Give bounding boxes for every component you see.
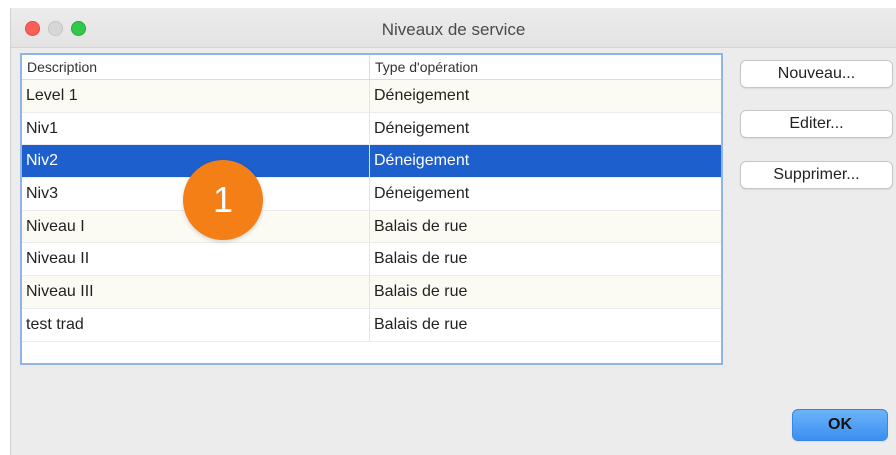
window-title: Niveaux de service — [381, 20, 526, 39]
cell-operation-type: Balais de rue — [374, 315, 468, 333]
cell-operation-type: Déneigement — [374, 119, 470, 137]
table-row[interactable]: Niveau I Balais de rue — [22, 210, 721, 244]
table-row[interactable]: Level 1 Déneigement — [22, 80, 721, 113]
table-row-selected[interactable]: Niv2 Déneigement — [22, 145, 721, 179]
cell-operation-type: Balais de rue — [374, 250, 468, 268]
table-row[interactable]: Niveau II Balais de rue — [22, 243, 721, 277]
column-header-description[interactable]: Description — [22, 55, 370, 79]
ok-button[interactable]: OK — [792, 409, 888, 441]
cell-description: Niv1 — [22, 112, 370, 145]
table-row[interactable]: Niveau III Balais de rue — [22, 276, 721, 309]
table-row[interactable]: Niv3 Déneigement — [22, 178, 721, 211]
column-header-operation-type[interactable]: Type d'opération — [370, 55, 721, 79]
cell-operation-type: Déneigement — [374, 185, 470, 203]
cell-description: test trad — [22, 308, 370, 341]
delete-button[interactable]: Supprimer... — [740, 161, 893, 189]
table-header: Description Type d'opération — [22, 55, 721, 80]
table-body: Level 1 Déneigement Niv1 Déneigement Niv… — [22, 80, 721, 342]
cell-operation-type: Déneigement — [374, 87, 470, 104]
table-row[interactable]: test trad Balais de rue — [22, 308, 721, 342]
cell-description: Level 1 — [22, 80, 370, 112]
cell-operation-type: Déneigement — [374, 152, 470, 170]
cell-description: Niveau II — [22, 243, 370, 276]
cell-operation-type: Balais de rue — [374, 283, 468, 301]
cell-operation-type: Balais de rue — [374, 217, 468, 235]
callout-badge: 1 — [183, 160, 263, 240]
cell-description: Niveau III — [22, 276, 370, 308]
edit-button[interactable]: Editer... — [740, 110, 893, 138]
title-bar: Niveaux de service — [11, 8, 896, 48]
new-button[interactable]: Nouveau... — [740, 60, 893, 88]
service-levels-table[interactable]: Description Type d'opération Level 1 Dén… — [20, 53, 723, 365]
dialog-window: Niveaux de service Description Type d'op… — [10, 8, 896, 455]
table-row[interactable]: Niv1 Déneigement — [22, 112, 721, 146]
